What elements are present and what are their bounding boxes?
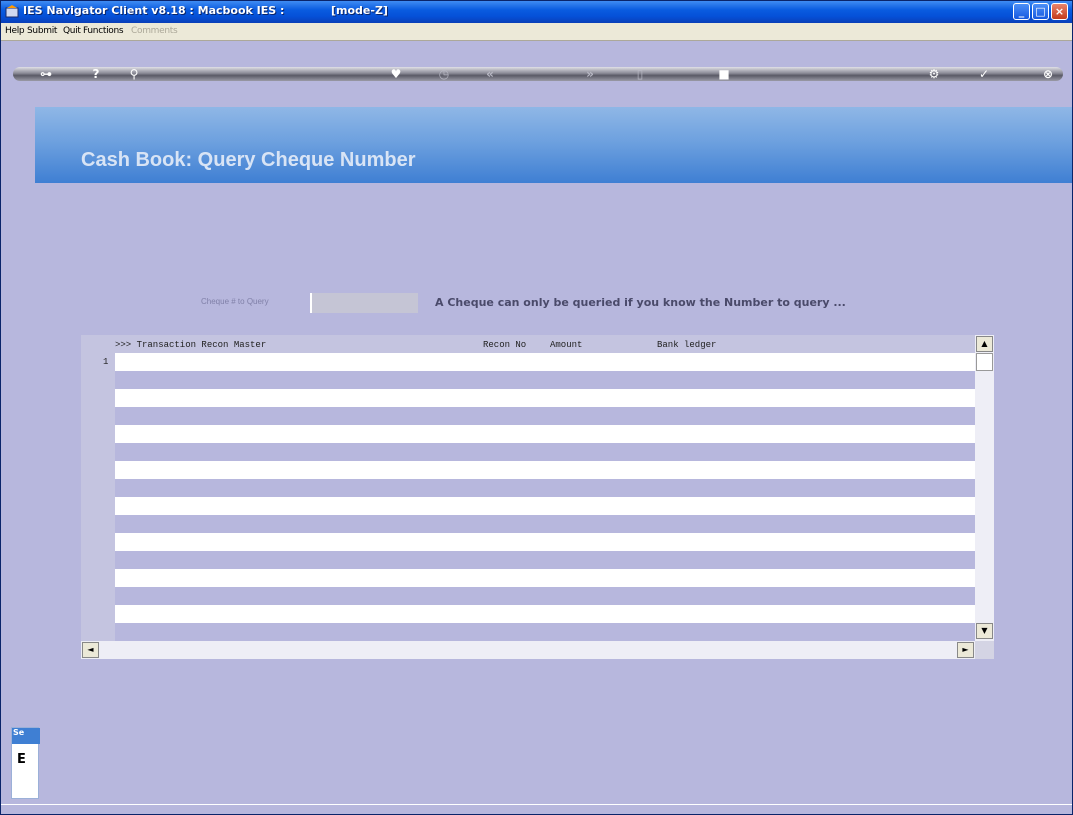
table-row[interactable] xyxy=(115,371,975,389)
menu-bar: Help Submit Quit Functions Comments xyxy=(1,23,1072,41)
check-icon[interactable]: ✓ xyxy=(969,67,999,81)
table-row[interactable] xyxy=(115,407,975,425)
column-header-bank-ledger[interactable]: Bank ledger xyxy=(657,340,716,350)
application-window: IES Navigator Client v8.18 : Macbook IES… xyxy=(0,0,1073,815)
menu-quit[interactable]: Quit xyxy=(63,26,81,36)
table-row[interactable] xyxy=(115,425,975,443)
table-row[interactable] xyxy=(115,443,975,461)
row-number: 1 xyxy=(103,357,109,367)
column-header-recon-no[interactable]: Recon No xyxy=(483,340,526,350)
rewind-icon[interactable]: « xyxy=(475,67,505,81)
table-row[interactable] xyxy=(115,461,975,479)
document-icon[interactable]: ▯ xyxy=(625,67,655,81)
column-header-amount[interactable]: Amount xyxy=(550,340,582,350)
scroll-left-button[interactable]: ◄ xyxy=(82,642,99,658)
cheque-number-label: Cheque # to Query xyxy=(201,297,269,306)
side-widget-tab[interactable]: Se xyxy=(12,728,40,744)
table-row[interactable] xyxy=(115,587,975,605)
toolbar-strip: ⊶ ? ⚲ ♥ ◷ « » ▯ ■ ⚙ ✓ ⊗ xyxy=(13,67,1063,81)
table-row[interactable] xyxy=(115,353,975,371)
table-row[interactable] xyxy=(115,533,975,551)
horizontal-scrollbar[interactable]: ◄ ► xyxy=(81,641,975,659)
table-row[interactable] xyxy=(115,569,975,587)
side-widget-text: E xyxy=(17,752,26,767)
scroll-right-button[interactable]: ► xyxy=(957,642,974,658)
table-row[interactable] xyxy=(115,623,975,641)
scroll-corner xyxy=(975,641,994,659)
grid-header: >>> Transaction Recon Master Recon No Am… xyxy=(81,335,975,353)
close-icon[interactable]: ⊗ xyxy=(1033,67,1063,81)
title-bar[interactable]: IES Navigator Client v8.18 : Macbook IES… xyxy=(1,1,1072,23)
window-title: IES Navigator Client v8.18 : Macbook IES… xyxy=(23,4,285,17)
scroll-up-button[interactable]: ▲ xyxy=(976,336,993,352)
scroll-down-button[interactable]: ▼ xyxy=(976,623,993,639)
app-icon xyxy=(5,5,19,18)
window-mode: [mode-Z] xyxy=(331,4,388,17)
column-header-transaction[interactable]: >>> Transaction Recon Master xyxy=(115,340,266,350)
side-widget[interactable]: Se E xyxy=(11,727,40,799)
close-button[interactable]: × xyxy=(1051,3,1068,20)
scroll-thumb[interactable] xyxy=(976,353,993,371)
minimize-button[interactable]: _ xyxy=(1013,3,1030,20)
page-title: Cash Book: Query Cheque Number xyxy=(81,149,416,171)
toolbar: ⊶ ? ⚲ ♥ ◷ « » ▯ ■ ⚙ ✓ ⊗ xyxy=(1,41,1072,103)
menu-submit[interactable]: Submit xyxy=(27,26,57,36)
cheque-number-input[interactable] xyxy=(310,293,418,313)
vertical-scrollbar[interactable]: ▲ ▼ xyxy=(975,335,994,641)
menu-comments[interactable]: Comments xyxy=(131,26,178,36)
results-grid: >>> Transaction Recon Master Recon No Am… xyxy=(81,335,994,659)
key-icon[interactable]: ⊶ xyxy=(31,67,61,81)
table-row[interactable] xyxy=(115,479,975,497)
table-row[interactable] xyxy=(115,497,975,515)
menu-functions[interactable]: Functions xyxy=(83,26,124,36)
maximize-button[interactable]: □ xyxy=(1032,3,1049,20)
settings-icon[interactable]: ⚙ xyxy=(919,67,949,81)
stop-icon[interactable]: ■ xyxy=(709,67,739,81)
status-strip xyxy=(1,804,1072,814)
grid-rows xyxy=(115,353,975,641)
page-banner: Cash Book: Query Cheque Number xyxy=(35,107,1072,183)
heart-icon[interactable]: ♥ xyxy=(381,67,411,81)
query-hint: A Cheque can only be queried if you know… xyxy=(435,296,846,309)
table-row[interactable] xyxy=(115,605,975,623)
table-row[interactable] xyxy=(115,389,975,407)
help-icon[interactable]: ? xyxy=(81,67,111,81)
table-row[interactable] xyxy=(115,515,975,533)
menu-help[interactable]: Help xyxy=(5,26,25,36)
search-icon[interactable]: ⚲ xyxy=(119,67,149,81)
table-row[interactable] xyxy=(115,551,975,569)
clock-icon[interactable]: ◷ xyxy=(429,67,459,81)
forward-icon[interactable]: » xyxy=(575,67,605,81)
